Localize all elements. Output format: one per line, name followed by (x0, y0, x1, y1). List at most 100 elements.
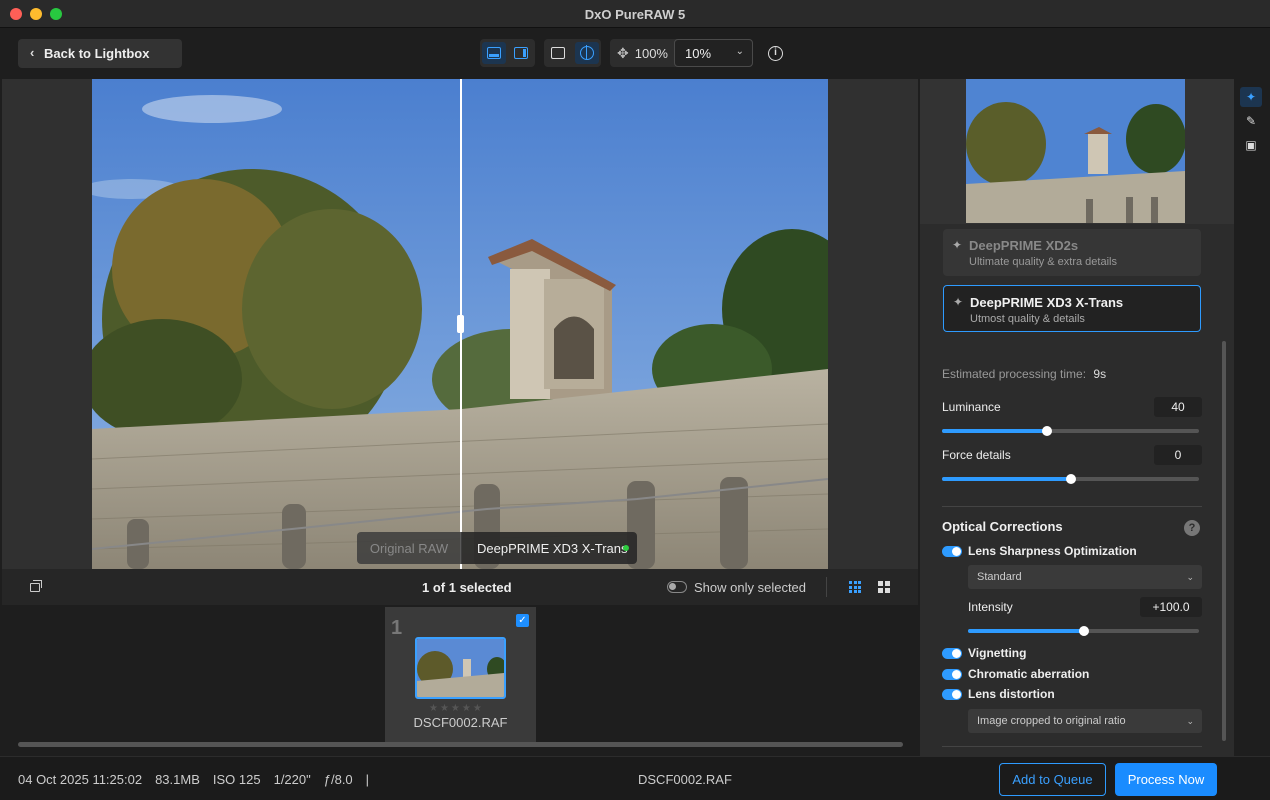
estimated-label: Estimated processing time: (942, 367, 1087, 381)
option-name: DeepPRIME XD2s (969, 238, 1079, 253)
help-icon[interactable]: ? (1184, 520, 1200, 536)
lens-distortion-toggle[interactable] (942, 689, 962, 700)
filmstrip-scrollbar[interactable] (18, 742, 903, 747)
section-divider (942, 506, 1202, 507)
toolbar-divider (826, 577, 827, 597)
option-deepprime-xd2s[interactable]: ✦ DeepPRIME XD2s Ultimate quality & extr… (943, 229, 1201, 276)
slider-fill (968, 629, 1084, 633)
option-desc: Ultimate quality & extra details (969, 256, 1117, 268)
large-grid-view-icon[interactable] (878, 581, 890, 593)
split-view-button[interactable] (574, 42, 599, 64)
window-title: DxO PureRAW 5 (584, 7, 686, 22)
navigator-preview[interactable] (966, 79, 1185, 223)
image-adjust-icon[interactable]: ▣ (1240, 135, 1262, 155)
force-details-label: Force details (942, 448, 1011, 462)
current-filename: DSCF0002.RAF (638, 772, 732, 787)
optics-brush-icon[interactable]: ✎ (1240, 111, 1262, 131)
thumbnail-checkbox[interactable]: ✓ (516, 614, 529, 627)
copy-settings-icon[interactable] (30, 580, 42, 592)
thumbnail-filename: DSCF0002.RAF (413, 715, 508, 730)
pan-icon[interactable]: ✥ (610, 45, 629, 62)
zoom-value: 10% (684, 45, 712, 61)
thumbnail-image[interactable] (415, 637, 506, 699)
slider-fill (942, 477, 1071, 481)
lens-sharpness-mode-select[interactable]: Standard ⌄ (968, 565, 1202, 589)
processed-label: DeepPRIME XD3 X-Trans (461, 532, 637, 564)
lens-sharpness-toggle[interactable] (942, 546, 962, 557)
capture-date: 04 Oct 2025 11:25:02 (18, 772, 143, 787)
zoom-select[interactable]: 10% ⌄ (673, 39, 753, 67)
intensity-slider[interactable] (968, 626, 1199, 636)
zoom-group: ✥ 100% 10% ⌄ (610, 39, 753, 67)
side-panel-icon (514, 47, 529, 59)
zoom-fit-button[interactable]: 100% (629, 46, 674, 61)
split-handle[interactable] (457, 315, 464, 333)
grid-view-icon[interactable] (849, 581, 861, 593)
back-label: Back to Lightbox (44, 46, 150, 61)
option-desc: Utmost quality & details (970, 313, 1085, 325)
intensity-value[interactable]: +100.0 (1140, 597, 1202, 617)
selection-count: 1 of 1 selected (422, 580, 512, 595)
metadata-divider: | (365, 772, 370, 787)
lens-distortion-mode-value: Image cropped to original ratio (977, 715, 1126, 727)
status-dot-icon (623, 545, 629, 551)
luminance-value[interactable]: 40 (1154, 397, 1202, 417)
right-tool-strip: ✦ ✎ ▣ (1236, 79, 1270, 756)
back-to-lightbox-button[interactable]: ‹ Back to Lightbox (18, 39, 182, 68)
main-toolbar: ‹ Back to Lightbox ✥ 100% 10% ⌄ (0, 28, 1270, 78)
single-view-icon (551, 47, 566, 59)
lens-sharpness-label: Lens Sharpness Optimization (968, 544, 1137, 558)
image-viewer: Original RAW DeepPRIME XD3 X-Trans (2, 79, 918, 569)
vignetting-toggle[interactable] (942, 648, 962, 659)
slider-knob[interactable] (1065, 474, 1076, 484)
aperture: ƒ/8.0 (323, 772, 353, 787)
process-now-button[interactable]: Process Now (1115, 763, 1217, 796)
optical-corrections-title: Optical Corrections (942, 519, 1063, 534)
processed-label-text: DeepPRIME XD3 X-Trans (477, 540, 628, 556)
force-details-value[interactable]: 0 (1154, 445, 1202, 465)
chromatic-aberration-toggle[interactable] (942, 669, 962, 680)
add-to-queue-button[interactable]: Add to Queue (999, 763, 1106, 796)
option-name: DeepPRIME XD3 X-Trans (970, 295, 1124, 310)
status-bar: 04 Oct 2025 11:25:02 83.1MB ISO 125 1/22… (0, 756, 1270, 800)
settings-panel: ✦ DeepPRIME XD2s Ultimate quality & extr… (920, 79, 1234, 756)
shutter-speed: 1/220" (273, 772, 311, 787)
slider-knob[interactable] (1078, 626, 1089, 636)
file-size: 83.1MB (155, 772, 200, 787)
lens-sharpness-mode-value: Standard (977, 571, 1022, 583)
slider-knob[interactable] (1042, 426, 1053, 436)
chevron-down-icon: ⌄ (735, 46, 744, 57)
title-bar: DxO PureRAW 5 (0, 0, 1270, 28)
layout-side-panel-button[interactable] (510, 42, 534, 64)
section-divider (942, 746, 1202, 747)
layout-bottom-panel-button[interactable] (482, 42, 506, 64)
lens-distortion-mode-select[interactable]: Image cropped to original ratio ⌄ (968, 709, 1202, 733)
panel-scrollbar[interactable] (1222, 341, 1226, 741)
lens-distortion-label: Lens distortion (968, 687, 1055, 701)
original-raw-label: Original RAW (357, 532, 461, 564)
chevron-left-icon: ‹ (30, 45, 35, 60)
option-deepprime-xd3[interactable]: ✦ DeepPRIME XD3 X-Trans Utmost quality &… (943, 285, 1201, 332)
vignetting-label: Vignetting (968, 646, 1027, 660)
denoise-sparkle-icon[interactable]: ✦ (1240, 87, 1262, 107)
sparkle-icon: ✦ (953, 295, 964, 309)
view-mode-group (544, 39, 601, 67)
thumbnail-card[interactable]: 1 ✓ ★★★★★ DSCF0002.RAF (385, 607, 536, 747)
luminance-slider[interactable] (942, 426, 1199, 436)
rating-stars[interactable]: ★★★★★ (429, 703, 484, 714)
compare-labels: Original RAW DeepPRIME XD3 X-Trans (357, 532, 637, 564)
show-only-selected-label: Show only selected (694, 580, 807, 595)
single-view-button[interactable] (546, 42, 571, 64)
sparkle-icon: ✦ (952, 238, 963, 252)
filmstrip: 1 ✓ ★★★★★ DSCF0002.RAF (2, 605, 918, 755)
show-only-selected-toggle[interactable] (667, 581, 687, 593)
intensity-label: Intensity (968, 600, 1013, 614)
luminance-label: Luminance (942, 400, 1001, 414)
bottom-panel-icon (486, 47, 501, 59)
iso-value: ISO 125 (212, 772, 261, 787)
force-details-slider[interactable] (942, 474, 1199, 484)
info-icon[interactable]: i (768, 46, 783, 61)
layout-toggle-group (480, 39, 535, 67)
thumbnail-number: 1 (391, 617, 403, 639)
split-view-icon (579, 45, 594, 60)
